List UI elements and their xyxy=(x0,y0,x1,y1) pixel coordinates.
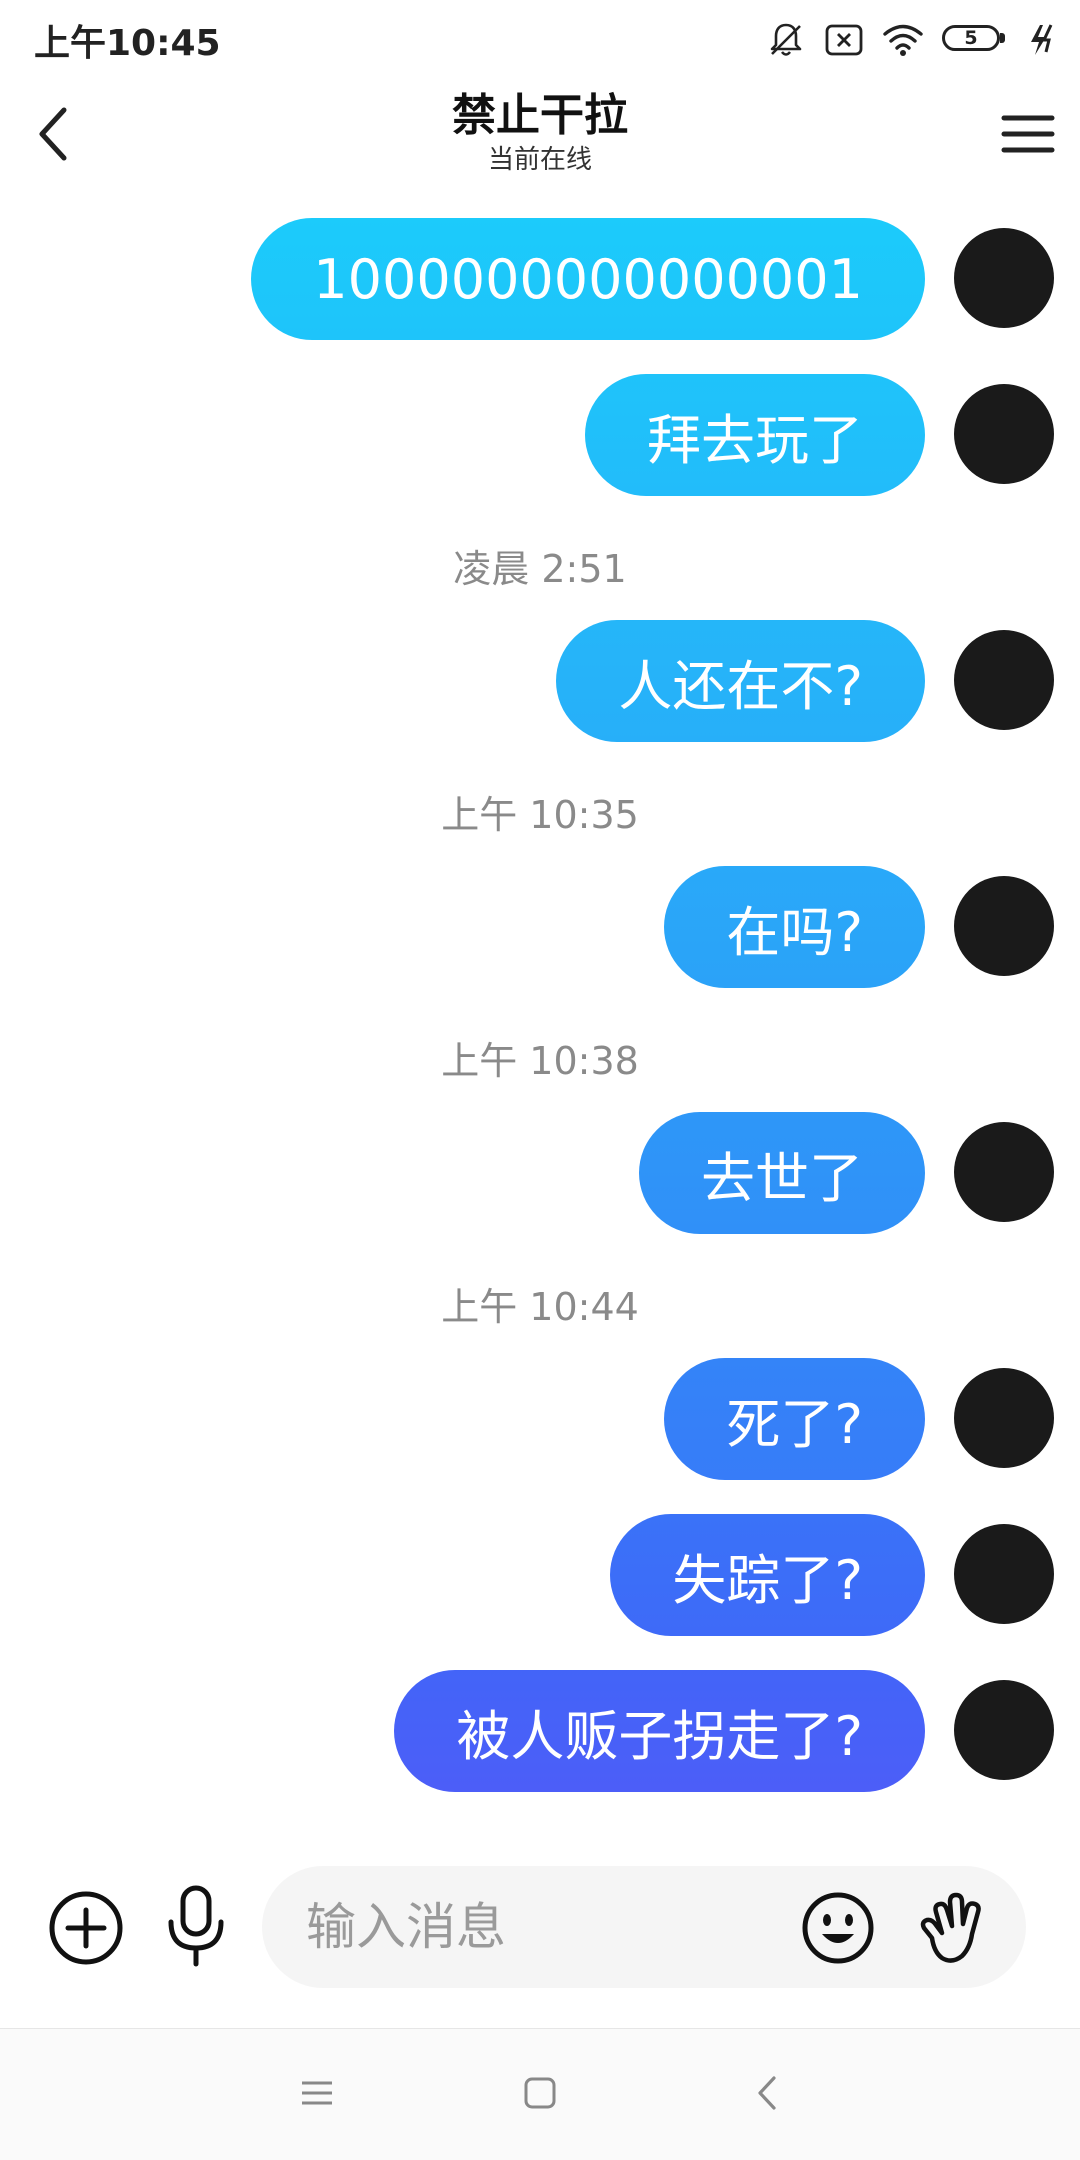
chat-header: 禁止干拉 当前在线 xyxy=(0,78,1080,194)
sim-error-icon xyxy=(825,24,863,56)
battery-icon: 5 xyxy=(942,25,1008,55)
avatar[interactable] xyxy=(954,1122,1054,1222)
message-row: 死了? xyxy=(0,1358,1080,1482)
timestamp: 上午 10:35 xyxy=(441,793,639,837)
avatar[interactable] xyxy=(954,384,1054,484)
emoji-icon xyxy=(802,1892,874,1964)
chat-screen: 上午10:45 5 禁止干拉 当前在线 1000000000000001 拜去玩… xyxy=(0,0,1080,2160)
timestamp: 上午 10:38 xyxy=(441,1039,639,1083)
menu-button[interactable] xyxy=(992,98,1064,170)
message-text: 拜去玩了 xyxy=(647,408,863,472)
avatar[interactable] xyxy=(954,228,1054,328)
message-bubble[interactable]: 去世了 xyxy=(639,1112,925,1234)
message-row: 去世了 xyxy=(0,1112,1080,1236)
message-row: 被人贩子拐走了? xyxy=(0,1670,1080,1794)
emoji-button[interactable] xyxy=(800,1890,876,1966)
wifi-icon xyxy=(883,24,923,56)
avatar[interactable] xyxy=(954,1368,1054,1468)
message-text: 被人贩子拐走了? xyxy=(456,1704,863,1768)
home-button[interactable] xyxy=(510,2063,570,2123)
system-back-button[interactable] xyxy=(738,2063,798,2123)
avatar[interactable] xyxy=(954,630,1054,730)
avatar[interactable] xyxy=(954,876,1054,976)
hamburger-menu-icon xyxy=(1001,115,1055,153)
message-row: 人还在不? xyxy=(0,620,1080,744)
status-bar: 上午10:45 5 xyxy=(0,0,1080,78)
timestamp: 上午 10:44 xyxy=(441,1285,639,1329)
message-bubble[interactable]: 1000000000000001 xyxy=(251,218,925,340)
message-text: 人还在不? xyxy=(618,654,863,718)
avatar[interactable] xyxy=(954,1680,1054,1780)
bell-off-icon xyxy=(770,23,802,56)
system-nav-bar xyxy=(0,2029,1080,2160)
message-text: 1000000000000001 xyxy=(313,247,863,311)
title-block: 禁止干拉 当前在线 xyxy=(0,88,1080,176)
message-row: 拜去玩了 xyxy=(0,374,1080,498)
message-list[interactable]: 1000000000000001 拜去玩了 凌晨 2:51 人还在不? 上午 1… xyxy=(0,194,1080,1844)
message-row: 1000000000000001 xyxy=(0,218,1080,342)
avatar[interactable] xyxy=(954,1524,1054,1624)
message-row: 失踪了? xyxy=(0,1514,1080,1638)
poke-button[interactable] xyxy=(914,1888,990,1968)
message-bubble[interactable]: 人还在不? xyxy=(556,620,925,742)
input-bar: 输入消息 xyxy=(0,1862,1080,1992)
message-text: 去世了 xyxy=(701,1146,863,1210)
home-icon xyxy=(524,2077,556,2109)
message-bubble[interactable]: 被人贩子拐走了? xyxy=(394,1670,925,1792)
message-bubble[interactable]: 死了? xyxy=(664,1358,925,1480)
message-row: 在吗? xyxy=(0,866,1080,990)
message-text: 在吗? xyxy=(726,900,863,964)
plus-circle-icon xyxy=(49,1891,123,1965)
wave-hand-icon xyxy=(920,1892,981,1963)
status-icons: 5 xyxy=(766,16,1058,64)
back-icon xyxy=(758,2076,776,2110)
timestamp: 凌晨 2:51 xyxy=(453,547,627,591)
charging-icon xyxy=(1031,24,1053,55)
recent-apps-icon xyxy=(302,2081,332,2105)
input-placeholder: 输入消息 xyxy=(306,1898,506,1956)
message-text: 失踪了? xyxy=(672,1548,863,1612)
chat-title: 禁止干拉 xyxy=(452,90,628,141)
message-text: 死了? xyxy=(726,1392,863,1456)
message-bubble[interactable]: 拜去玩了 xyxy=(585,374,925,496)
recent-apps-button[interactable] xyxy=(287,2063,347,2123)
online-status: 当前在线 xyxy=(487,145,592,175)
add-button[interactable] xyxy=(46,1888,126,1968)
message-bubble[interactable]: 在吗? xyxy=(664,866,925,988)
status-time: 上午10:45 xyxy=(34,23,221,64)
message-input[interactable]: 输入消息 xyxy=(262,1866,1026,1988)
voice-button[interactable] xyxy=(156,1884,236,1970)
battery-level: 5 xyxy=(964,27,978,49)
microphone-icon xyxy=(168,1885,224,1967)
message-bubble[interactable]: 失踪了? xyxy=(610,1514,925,1636)
